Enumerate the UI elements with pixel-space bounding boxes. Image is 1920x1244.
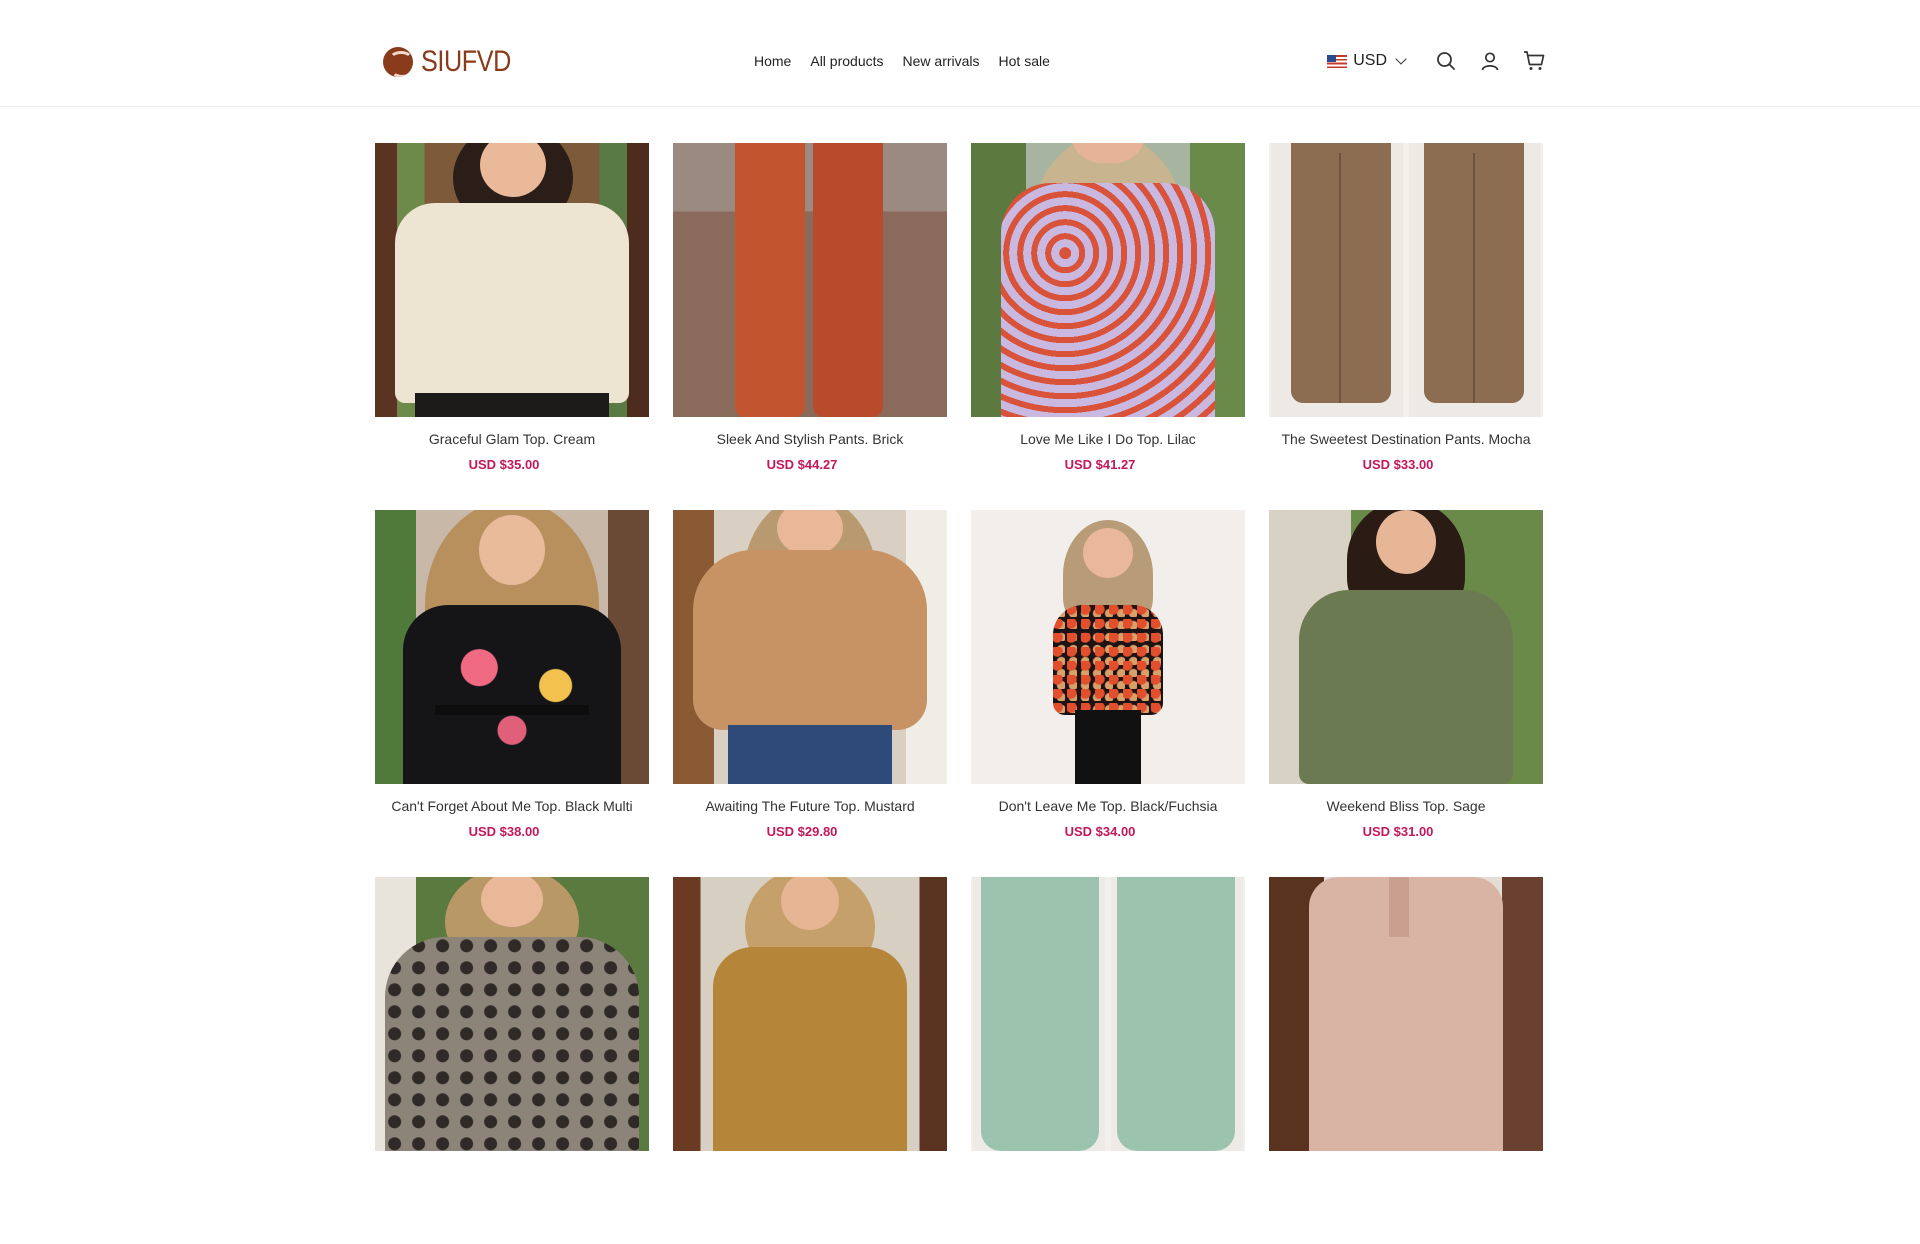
nav-all-products[interactable]: All products (810, 53, 883, 69)
product-price: USD $29.80 (766, 824, 838, 839)
nav-home[interactable]: Home (754, 53, 791, 69)
product-price: USD $31.00 (1362, 824, 1434, 839)
product-card[interactable] (375, 877, 649, 1244)
product-title[interactable]: Sleek And Stylish Pants. Brick (673, 430, 947, 448)
user-icon (1481, 52, 1499, 71)
product-card[interactable]: Sleek And Stylish Pants. Brick USD $44.2… (673, 143, 947, 510)
product-price: USD $38.00 (468, 824, 540, 839)
product-card[interactable] (971, 877, 1245, 1244)
site-header: SIUFVD Home All products New arrivals Ho… (0, 0, 1920, 107)
product-image[interactable] (673, 877, 947, 1151)
brand-logo[interactable]: SIUFVD (383, 45, 528, 79)
product-image[interactable] (1269, 510, 1543, 784)
cart-button[interactable] (1523, 50, 1545, 72)
nav-hot-sale[interactable]: Hot sale (999, 53, 1050, 69)
product-card[interactable] (673, 877, 947, 1244)
chevron-down-icon (1395, 53, 1407, 65)
product-price: USD $41.27 (1064, 457, 1136, 472)
logo-icon (383, 47, 413, 77)
product-image[interactable] (1269, 877, 1543, 1151)
main-nav: Home All products New arrivals Hot sale (754, 53, 1050, 69)
product-image[interactable] (375, 143, 649, 417)
search-button[interactable] (1435, 50, 1457, 72)
header-tools: USD (1327, 50, 1545, 72)
product-card[interactable]: Weekend Bliss Top. Sage USD $31.00 (1269, 510, 1543, 877)
search-icon (1437, 52, 1455, 70)
brand-name: SIUFVD (421, 45, 511, 78)
account-button[interactable] (1479, 50, 1501, 72)
product-image[interactable] (375, 877, 649, 1151)
product-price: USD $35.00 (468, 457, 540, 472)
product-title[interactable]: Can't Forget About Me Top. Black Multi (375, 797, 649, 815)
product-price: USD $44.27 (766, 457, 838, 472)
product-title[interactable]: Love Me Like I Do Top. Lilac (971, 430, 1245, 448)
product-card[interactable]: Graceful Glam Top. Cream USD $35.00 (375, 143, 649, 510)
product-title[interactable]: Don't Leave Me Top. Black/Fuchsia (971, 797, 1245, 815)
product-price: USD $33.00 (1362, 457, 1434, 472)
cart-icon (1524, 51, 1545, 70)
product-card[interactable]: Love Me Like I Do Top. Lilac USD $41.27 (971, 143, 1245, 510)
currency-selector[interactable]: USD (1327, 52, 1407, 70)
product-price: USD $34.00 (1064, 824, 1136, 839)
product-image[interactable] (673, 510, 947, 784)
product-image[interactable] (971, 143, 1245, 417)
currency-code: USD (1353, 52, 1387, 69)
product-image[interactable] (375, 510, 649, 784)
product-title[interactable]: Weekend Bliss Top. Sage (1269, 797, 1543, 815)
nav-new-arrivals[interactable]: New arrivals (903, 53, 980, 69)
product-image[interactable] (971, 510, 1245, 784)
product-image[interactable] (673, 143, 947, 417)
product-card[interactable]: The Sweetest Destination Pants. Mocha US… (1269, 143, 1543, 510)
us-flag-icon (1327, 54, 1348, 68)
product-card[interactable]: Awaiting The Future Top. Mustard USD $29… (673, 510, 947, 877)
product-title[interactable]: Awaiting The Future Top. Mustard (673, 797, 947, 815)
product-image[interactable] (971, 877, 1245, 1151)
product-card[interactable] (1269, 877, 1543, 1244)
product-card[interactable]: Can't Forget About Me Top. Black Multi U… (375, 510, 649, 877)
product-title[interactable]: Graceful Glam Top. Cream (375, 430, 649, 448)
product-card[interactable]: Don't Leave Me Top. Black/Fuchsia USD $3… (971, 510, 1245, 877)
product-grid: Graceful Glam Top. Cream USD $35.00 Slee… (375, 143, 1543, 1244)
product-image[interactable] (1269, 143, 1543, 417)
product-title[interactable]: The Sweetest Destination Pants. Mocha (1269, 430, 1543, 448)
